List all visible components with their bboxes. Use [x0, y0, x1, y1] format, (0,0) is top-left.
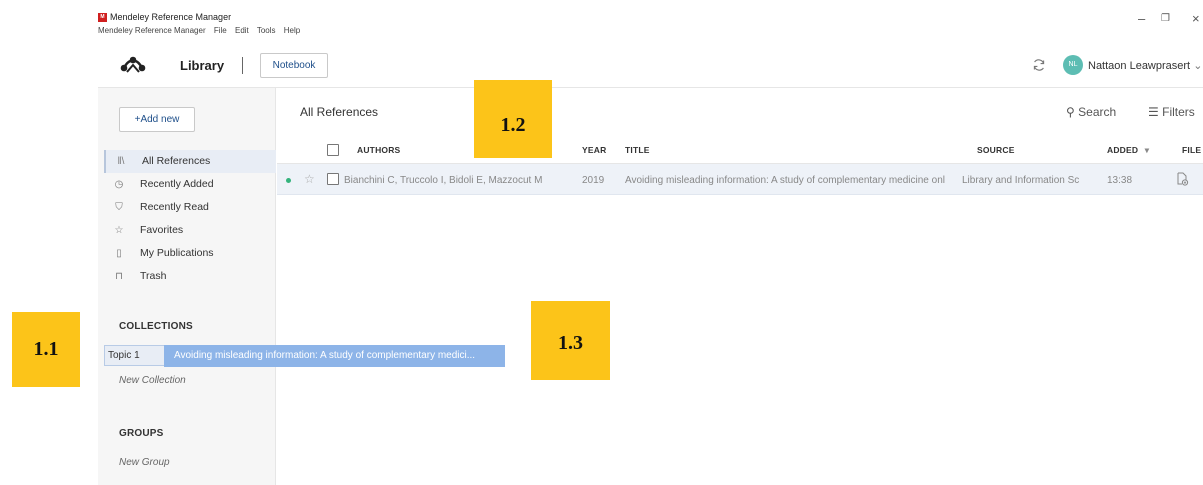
menu-tools[interactable]: Tools: [257, 26, 276, 35]
sidebar-item-label: Favorites: [140, 224, 184, 236]
sidebar-item-recently-read[interactable]: ⛉ Recently Read: [104, 196, 276, 219]
cell-source: Library and Information Sc: [962, 175, 1080, 186]
menu-app[interactable]: Mendeley Reference Manager: [98, 26, 206, 35]
user-menu[interactable]: Nattaon Leawprasert ⌄: [1088, 59, 1202, 72]
sidebar-item-label: Recently Read: [140, 201, 209, 213]
new-group-link[interactable]: New Group: [119, 457, 170, 468]
search-label: Search: [1078, 105, 1117, 119]
search-button[interactable]: ⚲ Search: [1066, 105, 1116, 119]
sidebar-item-my-publications[interactable]: ▯ My Publications: [104, 242, 276, 265]
row-checkbox[interactable]: [327, 173, 339, 185]
library-title[interactable]: Library: [180, 58, 224, 73]
trash-icon: ⊓: [115, 271, 123, 282]
groups-heading: GROUPS: [119, 428, 164, 439]
page-title: All References: [300, 105, 379, 119]
menu-help[interactable]: Help: [284, 26, 300, 35]
column-header-authors[interactable]: AUTHORS: [357, 145, 400, 155]
notebook-button[interactable]: Notebook: [260, 53, 328, 78]
minimize-button[interactable]: –: [1138, 12, 1145, 26]
sidebar-item-recently-added[interactable]: ◷ Recently Added: [104, 173, 276, 196]
filter-icon: ☰: [1148, 105, 1159, 119]
cell-authors: Bianchini C, Truccolo I, Bidoli E, Mazzo…: [344, 175, 543, 186]
cell-year: 2019: [582, 175, 605, 186]
select-all-checkbox[interactable]: [327, 144, 339, 156]
restore-button[interactable]: ❐: [1161, 12, 1170, 26]
new-collection-link[interactable]: New Collection: [119, 375, 186, 386]
menu-bar: Mendeley Reference Manager File Edit Too…: [98, 26, 306, 35]
star-icon: ☆: [114, 225, 124, 236]
user-name: Nattaon Leawprasert: [1088, 60, 1191, 72]
filters-button[interactable]: ☰ Filters: [1148, 105, 1195, 119]
search-icon: ⚲: [1066, 105, 1075, 119]
collection-label: Topic 1: [108, 350, 140, 361]
column-header-file[interactable]: FILE: [1182, 145, 1201, 155]
favorite-star-icon[interactable]: ☆: [304, 172, 315, 186]
publications-icon: ▯: [116, 248, 122, 259]
sidebar-item-label: Recently Added: [140, 178, 214, 190]
menu-edit[interactable]: Edit: [235, 26, 249, 35]
column-header-added[interactable]: ADDED ▾: [1107, 145, 1149, 156]
cell-title: Avoiding misleading information: A study…: [625, 175, 945, 186]
callout-label: 1.1: [12, 312, 80, 387]
window-title: Mendeley Reference Manager: [110, 12, 232, 22]
collections-heading: COLLECTIONS: [119, 321, 193, 332]
unread-dot-icon: [286, 178, 291, 183]
header-divider: [242, 57, 243, 74]
clock-icon: ◷: [114, 179, 124, 190]
app-logo: M: [98, 13, 107, 22]
sidebar-item-trash[interactable]: ⊓ Trash: [104, 265, 276, 288]
avatar[interactable]: NL: [1063, 55, 1083, 75]
sidebar-item-all-references[interactable]: ‖\ All References: [104, 150, 276, 173]
window-titlebar: M Mendeley Reference Manager Mendeley Re…: [98, 0, 1203, 44]
column-header-year[interactable]: YEAR: [582, 145, 606, 155]
callout-label: 1.2: [474, 80, 552, 158]
column-header-source[interactable]: SOURCE: [977, 145, 1015, 155]
cell-added: 13:38: [1107, 175, 1133, 186]
menu-file[interactable]: File: [214, 26, 227, 35]
filters-label: Filters: [1162, 105, 1195, 119]
library-icon: ‖\: [117, 156, 125, 167]
sync-icon[interactable]: [1032, 58, 1046, 72]
close-button[interactable]: ×: [1192, 12, 1200, 26]
sidebar-item-label: My Publications: [140, 247, 214, 259]
mendeley-logo-icon[interactable]: [120, 56, 146, 74]
bookmark-icon: ⛉: [115, 202, 123, 213]
file-download-icon[interactable]: [1175, 172, 1189, 186]
sidebar-item-label: Trash: [140, 270, 167, 282]
chevron-down-icon: ⌄: [1193, 60, 1203, 72]
column-header-added-label: ADDED: [1107, 145, 1139, 155]
app-header: Library Notebook NL Nattaon Leawprasert …: [98, 44, 1203, 88]
sort-desc-icon: ▾: [1144, 145, 1150, 155]
drag-ghost-reference: Avoiding misleading information: A study…: [164, 345, 505, 367]
sidebar-item-favorites[interactable]: ☆ Favorites: [104, 219, 276, 242]
callout-label: 1.3: [531, 301, 610, 380]
sidebar-item-label: All References: [142, 155, 211, 167]
add-new-button[interactable]: +Add new: [119, 107, 195, 132]
sidebar: +Add new ‖\ All References ◷ Recently Ad…: [98, 88, 276, 485]
column-header-title[interactable]: TITLE: [625, 145, 650, 155]
